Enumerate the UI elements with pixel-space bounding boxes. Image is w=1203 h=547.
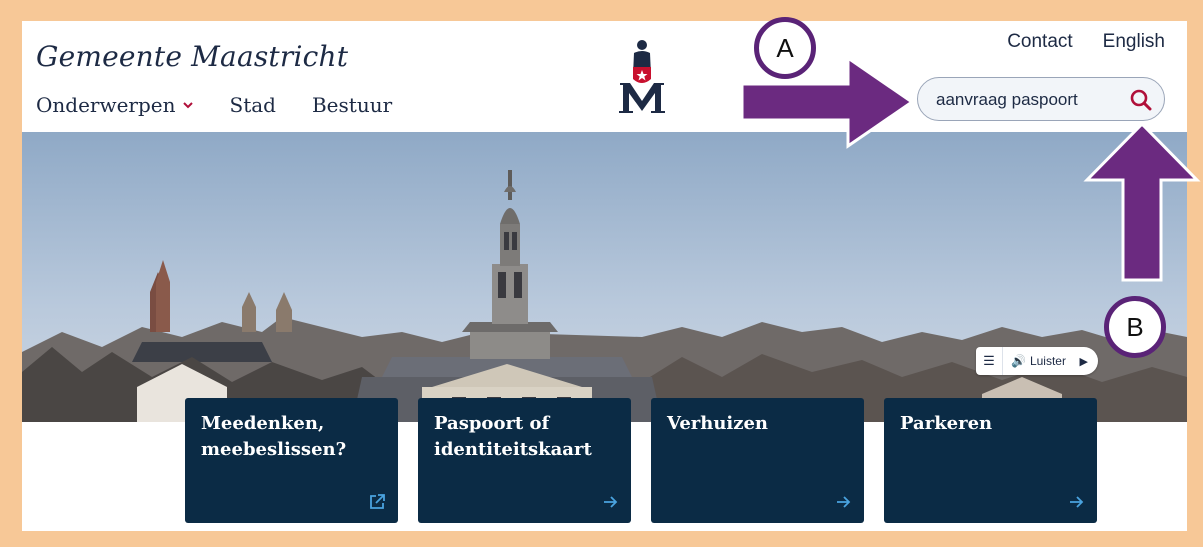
nav-item-label: Onderwerpen [36, 93, 176, 117]
search-box [917, 77, 1165, 121]
chevron-down-icon [182, 102, 193, 109]
nav-item-stad[interactable]: Stad [230, 93, 276, 117]
tile-meedenken[interactable]: Meedenken, meebeslissen? [185, 398, 398, 523]
utility-links: Contact English [1007, 31, 1165, 53]
nav-item-label: Bestuur [311, 93, 393, 117]
tile-title: Parkeren [900, 413, 993, 434]
tile-parkeren[interactable]: Parkeren [884, 398, 1097, 523]
speaker-icon: 🔊 [1011, 354, 1026, 368]
contact-link[interactable]: Contact [1007, 31, 1072, 53]
nav-item-onderwerpen[interactable]: Onderwerpen [36, 93, 194, 117]
nav-item-bestuur[interactable]: Bestuur [312, 93, 392, 117]
quick-links: Meedenken, meebeslissen? Paspoort of ide… [185, 398, 1097, 523]
arrow-right-icon [837, 496, 851, 508]
tile-paspoort[interactable]: Paspoort of identiteitskaart [418, 398, 631, 523]
annotation-badge-a: A [754, 17, 816, 79]
tile-title: Meedenken, meebeslissen? [201, 413, 347, 460]
listen-button[interactable]: Luister [1030, 354, 1066, 368]
tile-verhuizen[interactable]: Verhuizen [651, 398, 864, 523]
site-title[interactable]: Gemeente Maastricht [36, 40, 348, 73]
tile-title: Paspoort of identiteitskaart [434, 413, 592, 460]
nav-item-label: Stad [229, 93, 276, 117]
webpage: Gemeente Maastricht Onderwerpen Stad Bes… [22, 21, 1187, 531]
external-link-icon [370, 494, 385, 509]
main-nav: Onderwerpen Stad Bestuur [36, 93, 392, 117]
menu-icon[interactable]: ☰ [976, 347, 1003, 375]
read-aloud-bar: ☰ 🔊 Luister ▶ [976, 347, 1098, 375]
search-icon[interactable] [1128, 87, 1154, 113]
maastricht-logo[interactable] [617, 35, 667, 115]
tile-title: Verhuizen [667, 413, 769, 434]
play-icon[interactable]: ▶ [1080, 355, 1088, 368]
search-input[interactable] [934, 88, 1118, 112]
arrow-right-icon [1070, 496, 1084, 508]
hero-image [22, 132, 1187, 422]
english-link[interactable]: English [1103, 31, 1165, 53]
arrow-right-icon [604, 496, 618, 508]
annotation-arrow-up [1083, 121, 1201, 282]
annotation-badge-b: B [1104, 296, 1166, 358]
